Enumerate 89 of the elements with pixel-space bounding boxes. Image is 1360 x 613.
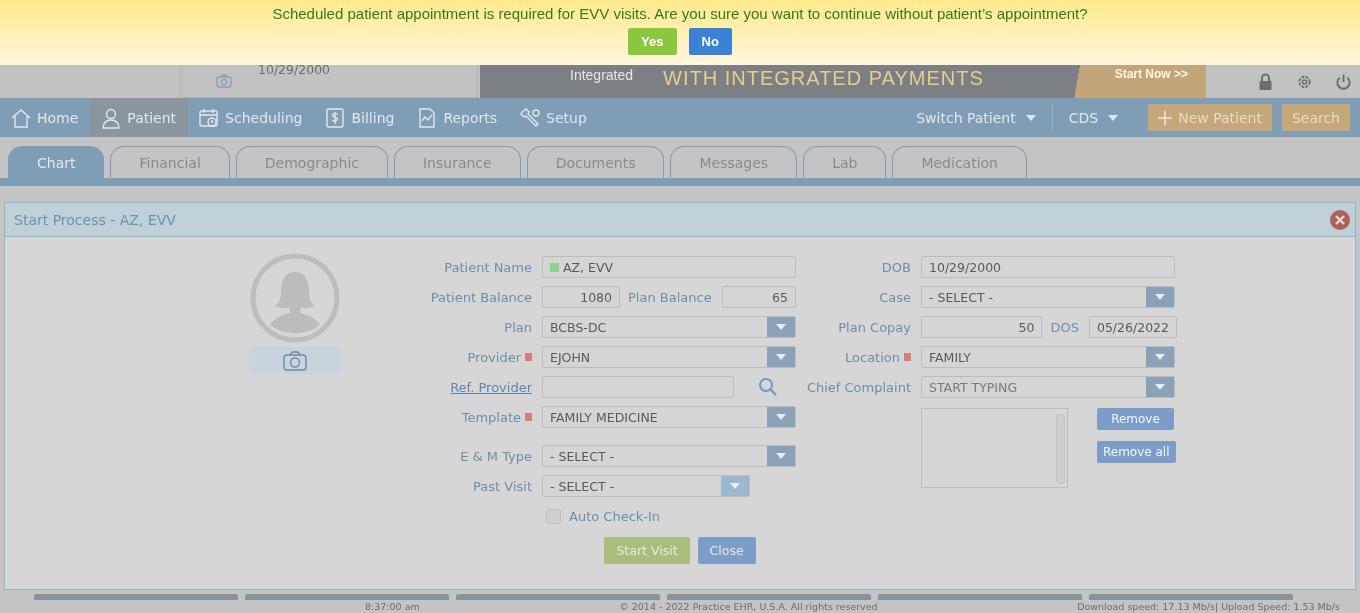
caret-icon <box>1025 114 1036 121</box>
dollar-icon <box>324 106 347 129</box>
field-label: Patient Balance <box>430 289 532 305</box>
dropdown-toggle[interactable] <box>1146 287 1174 307</box>
field-label: Plan <box>504 319 532 335</box>
field-label: Location <box>845 349 900 365</box>
nav-item[interactable]: Reports <box>406 98 510 137</box>
field-label: E & M Type <box>460 448 532 464</box>
field-label: Provider <box>467 349 521 365</box>
remove-all-button[interactable]: Remove all <box>1097 441 1176 463</box>
number-field[interactable]: 65 <box>721 286 796 308</box>
text-field[interactable]: AZ, EVV <box>542 256 796 278</box>
dialog-title: Start Process - AZ, EVV <box>14 211 176 228</box>
power-icon[interactable] <box>1335 73 1352 91</box>
tab[interactable]: Chart <box>8 146 105 178</box>
field-label: Plan Copay <box>838 319 911 335</box>
dropdown[interactable]: - SELECT - <box>542 445 796 467</box>
dropdown[interactable]: BCBS-DC <box>542 316 796 338</box>
speed-text: Download speed: 17.13 Mb/s| Upload Speed: 1.53 Mb/s <box>1077 601 1340 612</box>
ref-provider-link[interactable]: Ref. Provider <box>450 379 532 395</box>
text-field[interactable]: 10/29/2000 <box>921 256 1175 278</box>
person-icon <box>100 106 123 129</box>
caret-icon <box>1108 114 1119 121</box>
number-field[interactable]: 50 <box>921 316 1043 338</box>
complaint-list[interactable] <box>921 408 1068 488</box>
dropdown-toggle[interactable] <box>767 446 795 466</box>
dropdown[interactable]: FAMILY <box>921 346 1175 368</box>
copyright-text: © 2014 - 2022 Practice EHR, U.S.A. All rights reserved <box>619 601 878 612</box>
ad-text: Integrated <box>570 67 634 83</box>
nav-menu[interactable]: Switch Patient <box>900 104 1052 131</box>
confirmation-message: Scheduled patient appointment is required for EVV visits. Are you sure you want to continue without patient’s appointment? <box>272 5 1088 22</box>
field-label: Template <box>461 409 521 425</box>
dropdown-toggle[interactable] <box>1146 347 1174 367</box>
settings-icon[interactable] <box>1296 73 1313 91</box>
lock-icon[interactable] <box>1257 73 1274 91</box>
caret-icon <box>776 354 786 360</box>
yes-button[interactable]: Yes <box>628 28 677 55</box>
caret-icon <box>1155 294 1165 300</box>
photo-upload-button[interactable] <box>249 347 341 374</box>
no-button[interactable]: No <box>688 28 732 55</box>
dropdown-toggle[interactable] <box>767 317 795 337</box>
dropdown[interactable]: FAMILY MEDICINE <box>542 406 796 428</box>
caret-icon <box>776 324 786 330</box>
input-field[interactable] <box>542 376 734 398</box>
field-label: Plan Balance <box>628 289 712 305</box>
nav-item[interactable]: Billing <box>314 98 407 137</box>
field-label: Case <box>879 289 911 305</box>
ad-headline: WITH INTEGRATED PAYMENTS <box>663 66 984 91</box>
caret-icon <box>1155 354 1165 360</box>
search-icon[interactable] <box>758 377 778 397</box>
close-button[interactable]: Close <box>697 537 756 564</box>
caret-icon <box>776 414 786 420</box>
field-label: Chief Complaint <box>806 379 911 395</box>
nav-item[interactable]: Scheduling <box>188 98 315 137</box>
dropdown-toggle[interactable] <box>1146 377 1174 397</box>
remove-button[interactable]: Remove <box>1097 408 1174 430</box>
field-label: DOB <box>881 259 911 275</box>
camera-icon[interactable] <box>216 74 232 88</box>
caret-icon <box>776 453 786 459</box>
date-field[interactable]: 05/26/2022 <box>1088 316 1177 338</box>
dropdown[interactable]: EJOHN <box>542 346 796 368</box>
new-patient-button[interactable]: New Patient <box>1148 104 1272 131</box>
caret-icon <box>730 483 740 489</box>
dropdown-toggle[interactable] <box>767 407 795 427</box>
nav-item[interactable]: Setup <box>509 98 599 137</box>
caret-icon <box>1155 384 1165 390</box>
ad-banner[interactable]: Integrated WITH INTEGRATED PAYMENTS Start Now >> <box>480 65 1206 98</box>
wrench-icon <box>519 106 542 129</box>
field-label: Patient Name <box>444 259 532 275</box>
close-icon[interactable] <box>1330 209 1350 230</box>
nav-item[interactable]: Home <box>0 98 91 137</box>
auto-check-in-checkbox[interactable]: Auto Check-In <box>546 508 661 524</box>
camera-icon <box>283 350 307 371</box>
dropdown-toggle[interactable] <box>767 347 795 367</box>
number-field[interactable]: 1080 <box>542 286 620 308</box>
dropdown-toggle[interactable] <box>721 476 749 496</box>
dropdown[interactable]: - SELECT - <box>542 475 750 497</box>
calendar-icon <box>198 106 221 129</box>
start-visit-button[interactable]: Start Visit <box>604 537 690 564</box>
field-label: Past Visit <box>473 478 532 494</box>
search-button[interactable]: Search <box>1281 104 1350 131</box>
dropdown[interactable]: START TYPING <box>921 376 1175 398</box>
dropdown[interactable]: - SELECT - <box>921 286 1175 308</box>
start-now-link[interactable]: Start Now >> <box>1114 67 1188 81</box>
plus-icon <box>1158 110 1173 125</box>
field-label: DOS <box>1050 319 1079 335</box>
dob-text: 10/29/2000 <box>258 62 331 77</box>
footer-time: 8:37:00 am <box>365 601 420 612</box>
nav-item[interactable]: Patient <box>90 98 189 137</box>
